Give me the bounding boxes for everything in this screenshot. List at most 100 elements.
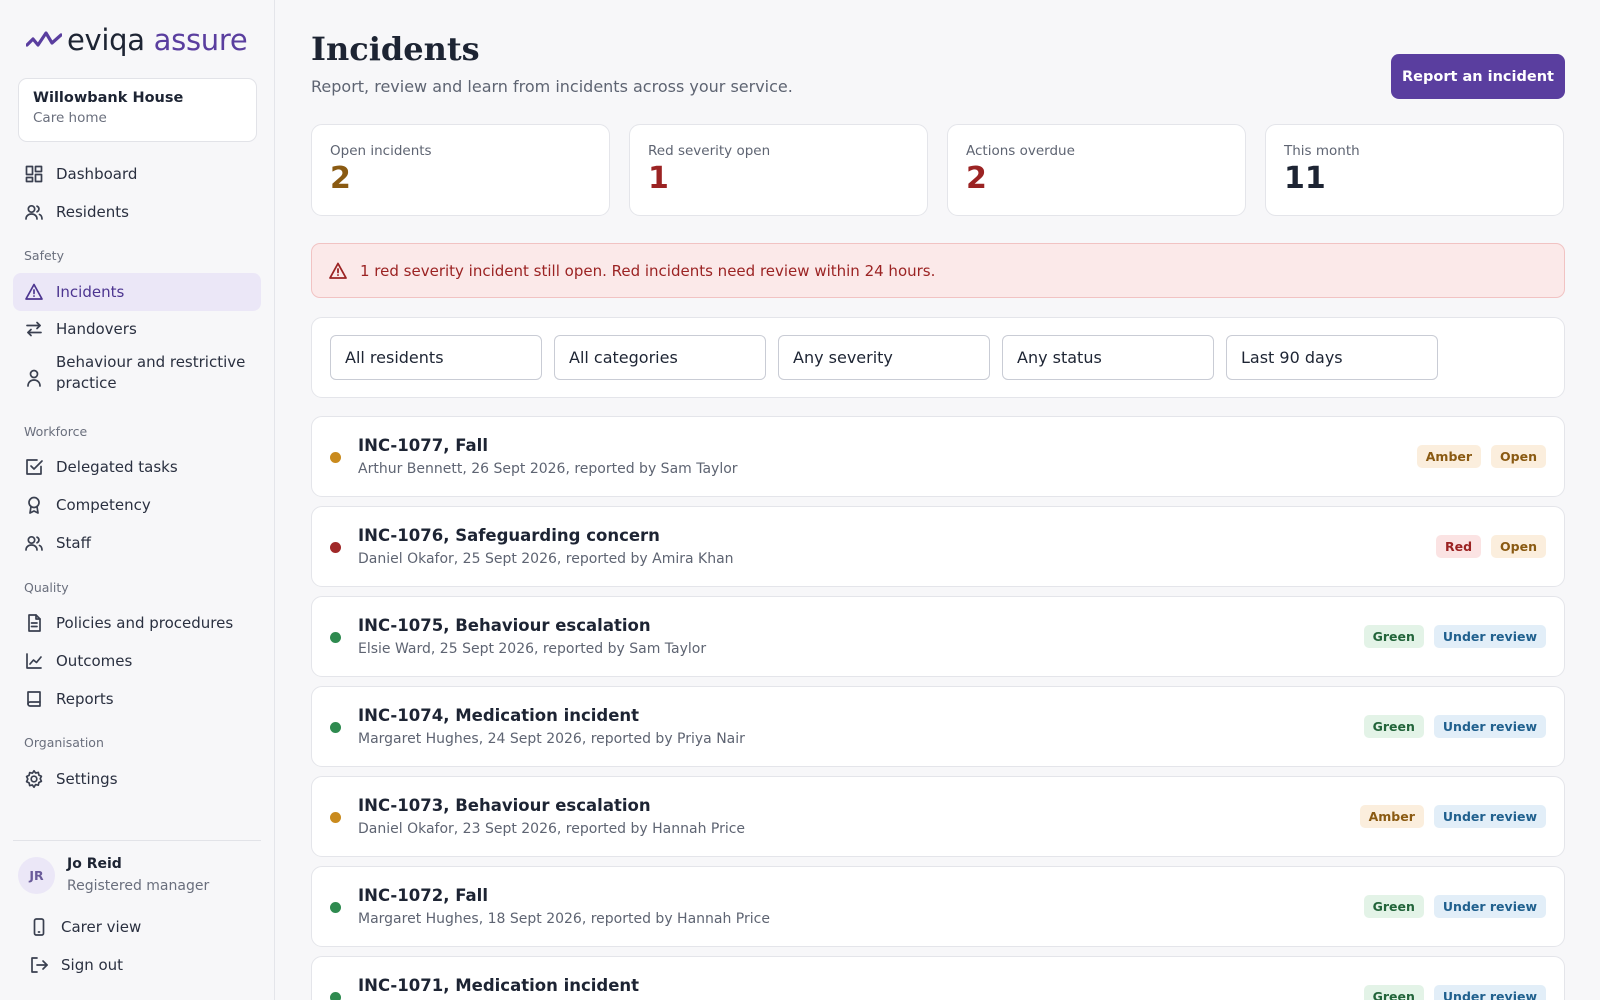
incident-meta: Daniel Okafor, 23 Sept 2026, reported by… [358, 821, 746, 837]
incident-title: INC-1075, Behaviour escalation [358, 616, 651, 635]
incident-badges: Green Under review [1363, 895, 1546, 918]
sidebar-item-label: Reports [56, 690, 114, 708]
pulse-icon [26, 31, 62, 47]
nav-section-quality: Quality [24, 580, 69, 595]
status-badge: Under review [1433, 985, 1546, 1000]
incident-row[interactable]: INC-1071, Medication incident Green Under … [311, 956, 1565, 1000]
stat-value: 2 [330, 161, 351, 196]
severity-dot [330, 722, 341, 733]
sidebar-item-delegated-tasks[interactable]: Delegated tasks [13, 449, 261, 485]
stat-label: This month [1284, 143, 1360, 159]
severity-badge: Green [1363, 625, 1424, 648]
sidebar-item-label: Behaviour and restrictive practice [56, 353, 246, 392]
incident-badges: Green Under review [1363, 625, 1546, 648]
stat-value: 2 [966, 161, 987, 196]
severity-badge: Green [1363, 715, 1424, 738]
status-badge: Under review [1433, 895, 1546, 918]
user-name: Jo Reid [67, 856, 122, 872]
filter-date-range[interactable]: Last 90 days [1226, 335, 1438, 380]
stat-card: Open incidents 2 [311, 124, 610, 216]
severity-dot [330, 452, 341, 463]
incident-row[interactable]: INC-1074, Medication incident Margaret Hu… [311, 686, 1565, 767]
incident-badges: Amber Open [1416, 445, 1546, 468]
stat-card: This month 11 [1265, 124, 1564, 216]
carer-view-link[interactable]: Carer view [13, 910, 261, 944]
report-incident-button[interactable]: Report an incident [1391, 54, 1565, 99]
incident-title: INC-1073, Behaviour escalation [358, 796, 651, 815]
page-title: Incidents [311, 30, 480, 68]
organisation-switcher[interactable]: Willowbank House Care home [18, 78, 257, 142]
avatar[interactable]: JR [18, 857, 55, 894]
sidebar: eviqa assure Willowbank House Care home … [0, 0, 275, 1000]
filter-severity[interactable]: Any severity [778, 335, 990, 380]
brand-logo[interactable]: eviqa assure [26, 22, 248, 58]
red-severity-alert: 1 red severity incident still open. Red … [311, 243, 1565, 298]
sidebar-item-label: Outcomes [56, 652, 133, 670]
sign-out-link[interactable]: Sign out [13, 948, 261, 982]
sidebar-item-policies[interactable]: Policies and procedures [13, 605, 261, 641]
nav-section-safety: Safety [24, 248, 64, 263]
stat-label: Red severity open [648, 143, 771, 159]
filter-status[interactable]: Any status [1002, 335, 1214, 380]
sidebar-item-behaviour[interactable]: Behaviour and restrictive practice [13, 352, 261, 402]
sidebar-item-handovers[interactable]: Handovers [13, 311, 261, 347]
incident-title: INC-1072, Fall [358, 886, 488, 905]
dashboard-icon [24, 164, 44, 184]
sidebar-item-settings[interactable]: Settings [13, 761, 261, 797]
sidebar-item-outcomes[interactable]: Outcomes [13, 643, 261, 679]
page-subtitle: Report, review and learn from incidents … [311, 77, 793, 96]
status-badge: Under review [1433, 625, 1546, 648]
sign-out-label: Sign out [61, 956, 124, 974]
sidebar-item-label: Residents [56, 203, 129, 221]
stat-value: 11 [1284, 161, 1326, 196]
sidebar-item-dashboard[interactable]: Dashboard [13, 156, 261, 192]
stat-card: Red severity open 1 [629, 124, 928, 216]
sidebar-item-label: Delegated tasks [56, 458, 178, 476]
sidebar-item-label: Staff [56, 534, 91, 552]
stat-label: Open incidents [330, 143, 432, 159]
carer-view-label: Carer view [61, 918, 142, 936]
sidebar-item-incidents[interactable]: Incidents [13, 273, 261, 311]
incident-row[interactable]: INC-1072, Fall Margaret Hughes, 18 Sept 2… [311, 866, 1565, 947]
incident-badges: Green Under review [1363, 715, 1546, 738]
severity-badge: Green [1363, 985, 1424, 1000]
sidebar-item-residents[interactable]: Residents [13, 194, 261, 230]
severity-badge: Red [1435, 535, 1482, 558]
phone-icon [29, 917, 49, 937]
gear-icon [24, 769, 44, 789]
severity-badge: Green [1363, 895, 1424, 918]
incident-title: INC-1074, Medication incident [358, 706, 640, 725]
document-icon [24, 613, 44, 633]
person-icon [24, 368, 44, 388]
alert-text: 1 red severity incident still open. Red … [360, 261, 936, 280]
sidebar-item-label: Policies and procedures [56, 614, 234, 632]
sidebar-item-label: Competency [56, 496, 151, 514]
user-role: Registered manager [67, 878, 210, 894]
award-icon [24, 495, 44, 515]
severity-dot [330, 812, 341, 823]
book-icon [24, 689, 44, 709]
warning-icon [24, 282, 44, 302]
nav-section-organisation: Organisation [24, 735, 104, 750]
incident-title: INC-1076, Safeguarding concern [358, 526, 660, 545]
incident-meta: Margaret Hughes, 24 Sept 2026, reported … [358, 731, 745, 747]
nav-section-workforce: Workforce [24, 424, 88, 439]
sidebar-item-label: Incidents [56, 283, 125, 301]
incident-row[interactable]: INC-1075, Behaviour escalation Elsie Ward… [311, 596, 1565, 677]
filter-categories[interactable]: All categories [554, 335, 766, 380]
sidebar-item-reports[interactable]: Reports [13, 681, 261, 717]
filter-residents[interactable]: All residents [330, 335, 542, 380]
stat-label: Actions overdue [966, 143, 1075, 159]
sidebar-item-staff[interactable]: Staff [13, 525, 261, 561]
organisation-type: Care home [33, 110, 107, 126]
status-badge: Under review [1433, 805, 1546, 828]
sign-out-icon [29, 955, 49, 975]
incident-row[interactable]: INC-1076, Safeguarding concern Daniel Oka… [311, 506, 1565, 587]
incident-badges: Amber Under review [1359, 805, 1546, 828]
incident-row[interactable]: INC-1073, Behaviour escalation Daniel Oka… [311, 776, 1565, 857]
sidebar-item-competency[interactable]: Competency [13, 487, 261, 523]
incident-meta: Margaret Hughes, 18 Sept 2026, reported … [358, 911, 770, 927]
brand-name: eviqa assure [67, 23, 248, 57]
warning-icon [329, 262, 347, 279]
incident-row[interactable]: INC-1077, Fall Arthur Bennett, 26 Sept 20… [311, 416, 1565, 497]
